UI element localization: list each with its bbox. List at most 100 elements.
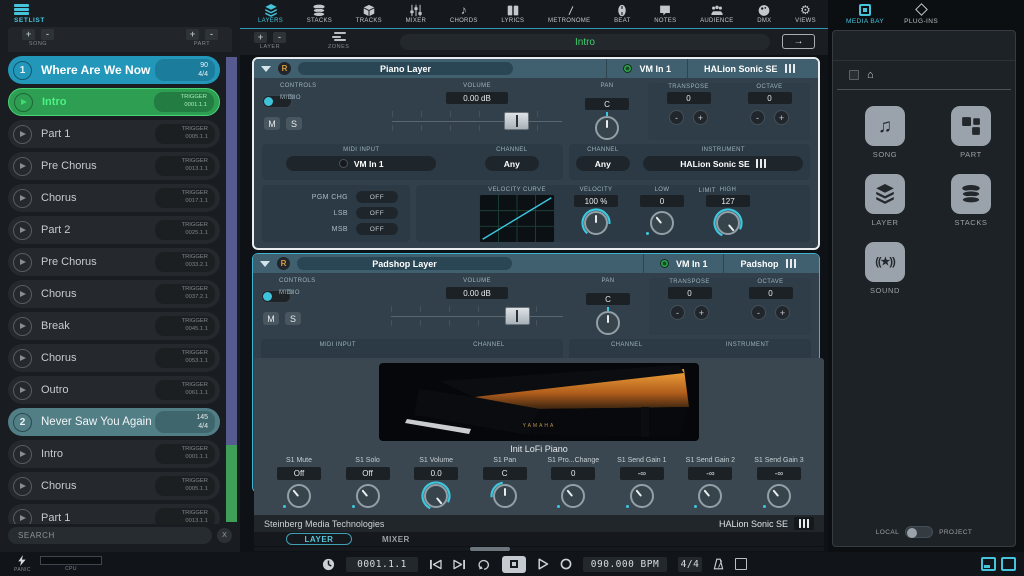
pan-knob[interactable]: [595, 116, 619, 140]
play-icon[interactable]: [13, 380, 32, 400]
record-enable-button[interactable]: R: [278, 62, 291, 75]
setlist-overview-strip-song1[interactable]: [226, 57, 237, 445]
octave-plus-button[interactable]: +: [774, 110, 789, 125]
setlist-part[interactable]: Break TRIGGER 0045.1.1: [8, 312, 220, 340]
velocity-knob[interactable]: [584, 211, 608, 235]
setlist-part[interactable]: Chorus TRIGGER 0037.2.1: [8, 280, 220, 308]
layer-name-field[interactable]: Piano Layer: [298, 62, 513, 75]
pgm-chg-value[interactable]: OFF: [356, 191, 398, 203]
play-icon[interactable]: [13, 252, 32, 272]
play-icon[interactable]: [13, 476, 32, 496]
transpose-plus-button[interactable]: +: [693, 110, 708, 125]
param-knob[interactable]: [492, 484, 517, 508]
tab-notes[interactable]: NOTES: [654, 4, 676, 24]
setlist-part[interactable]: Part 2 TRIGGER 0025.1.1: [8, 216, 220, 244]
midi-input-indicator[interactable]: VM In 1: [606, 59, 687, 78]
octave-value[interactable]: 0: [747, 92, 792, 104]
midi-input-indicator[interactable]: VM In 1: [642, 254, 724, 273]
setlist-part[interactable]: Pre Chorus TRIGGER 0033.2.1: [8, 248, 220, 276]
home-icon[interactable]: ⌂: [867, 69, 874, 81]
setlist-part[interactable]: Part 1 TRIGGER 0013.1.1: [8, 504, 220, 524]
tab-mixer[interactable]: MIXER: [406, 4, 427, 24]
msb-value[interactable]: OFF: [356, 223, 398, 235]
previous-button[interactable]: [429, 559, 442, 570]
setlist-part[interactable]: Chorus TRIGGER 0005.1.1: [8, 472, 220, 500]
cycle-button[interactable]: [477, 558, 491, 570]
pan-value[interactable]: C: [585, 98, 629, 110]
padshop-layer-header[interactable]: R Padshop Layer VM In 1 Padshop: [253, 254, 819, 273]
play-icon[interactable]: [14, 92, 33, 112]
remove-part-button[interactable]: -: [205, 28, 218, 40]
setlist-part[interactable]: Intro TRIGGER 0001.1.1: [8, 88, 220, 116]
transpose-minus-button[interactable]: -: [669, 110, 684, 125]
transpose-plus-button[interactable]: +: [694, 305, 709, 320]
local-project-toggle[interactable]: [905, 526, 934, 538]
collapse-triangle-icon[interactable]: [260, 260, 270, 267]
tab-media-bay[interactable]: MEDIA BAY: [846, 3, 884, 25]
velocity-curve-graph[interactable]: [476, 195, 558, 242]
piano-layer-header[interactable]: R Piano Layer VM In 1 HALion Sonic SE: [254, 59, 818, 78]
next-button[interactable]: [453, 559, 466, 570]
transpose-minus-button[interactable]: -: [670, 305, 685, 320]
param-knob[interactable]: [424, 484, 449, 508]
layout-full-zone-button[interactable]: [1001, 557, 1016, 571]
low-value[interactable]: 0: [640, 195, 684, 207]
param-value[interactable]: 0.0: [414, 467, 459, 480]
tab-layers[interactable]: LAYERS: [258, 4, 283, 24]
scrollbar-thumb[interactable]: [470, 547, 510, 551]
param-knob[interactable]: [283, 484, 311, 508]
search-clear-button[interactable]: X: [217, 528, 232, 543]
volume-slider-handle[interactable]: [504, 307, 530, 325]
tab-dmx[interactable]: DMX: [757, 4, 771, 24]
instrument-selector[interactable]: HALion Sonic SE: [686, 59, 811, 78]
panic-button[interactable]: PANIC: [14, 555, 31, 573]
tab-lyrics[interactable]: LYRICS: [501, 4, 524, 24]
param-knob[interactable]: [557, 484, 586, 508]
param-value[interactable]: C: [482, 467, 527, 480]
inst-channel-select[interactable]: Any: [575, 156, 630, 171]
tile-song[interactable]: ♫ SONG: [865, 106, 905, 159]
velocity-value[interactable]: 100 %: [574, 195, 618, 207]
play-icon[interactable]: [13, 508, 32, 524]
setlist-part[interactable]: Part 1 TRIGGER 0005.1.1: [8, 120, 220, 148]
search-input[interactable]: [8, 527, 212, 544]
time-position-display[interactable]: 0001.1.1: [346, 556, 418, 572]
volume-slider[interactable]: [392, 111, 562, 133]
time-signature-display[interactable]: 4/4: [678, 556, 702, 572]
tab-views[interactable]: ⚙ VIEWS: [795, 4, 816, 25]
setlist-part[interactable]: Intro TRIGGER 0001.1.1: [8, 440, 220, 468]
setlist-part[interactable]: Outro TRIGGER 0061.1.1: [8, 376, 220, 404]
plugin-selector[interactable]: HALion Sonic SE: [719, 517, 814, 530]
pan-value[interactable]: C: [586, 293, 630, 305]
setlist-overview-strip-song2[interactable]: [226, 445, 237, 522]
record-button[interactable]: [560, 558, 572, 570]
low-knob[interactable]: [646, 211, 674, 235]
param-value[interactable]: -∞: [688, 467, 733, 480]
play-icon[interactable]: [13, 188, 32, 208]
tab-layer[interactable]: LAYER: [286, 533, 352, 545]
volume-slider-handle[interactable]: [504, 112, 530, 130]
tab-audience[interactable]: AUDIENCE: [700, 4, 733, 24]
solo-button[interactable]: S: [285, 312, 301, 325]
channel-select[interactable]: Any: [484, 156, 539, 171]
octave-value[interactable]: 0: [748, 287, 793, 299]
tile-sound[interactable]: ((★)) SOUND: [865, 242, 905, 295]
filter-checkbox[interactable]: [849, 70, 859, 80]
tab-tracks[interactable]: TRACKS: [356, 4, 382, 24]
instrument-select[interactable]: HALion Sonic SE: [643, 156, 804, 171]
setlist-song[interactable]: 1 Where Are We Now 90 4/4: [8, 56, 220, 84]
octave-plus-button[interactable]: +: [775, 305, 790, 320]
setlist-header[interactable]: SETLIST: [0, 0, 240, 24]
pan-knob[interactable]: [596, 311, 620, 335]
play-icon[interactable]: [13, 444, 32, 464]
param-knob[interactable]: [625, 484, 654, 508]
instrument-selector[interactable]: Padshop: [723, 254, 812, 273]
octave-minus-button[interactable]: -: [750, 110, 765, 125]
lsb-value[interactable]: OFF: [356, 207, 398, 219]
param-value[interactable]: Off: [345, 467, 390, 480]
mute-button[interactable]: M: [264, 117, 280, 130]
tile-part[interactable]: PART: [951, 106, 991, 159]
solo-button[interactable]: S: [286, 117, 302, 130]
mute-button[interactable]: M: [263, 312, 279, 325]
layout-bottom-zone-button[interactable]: [981, 557, 996, 571]
